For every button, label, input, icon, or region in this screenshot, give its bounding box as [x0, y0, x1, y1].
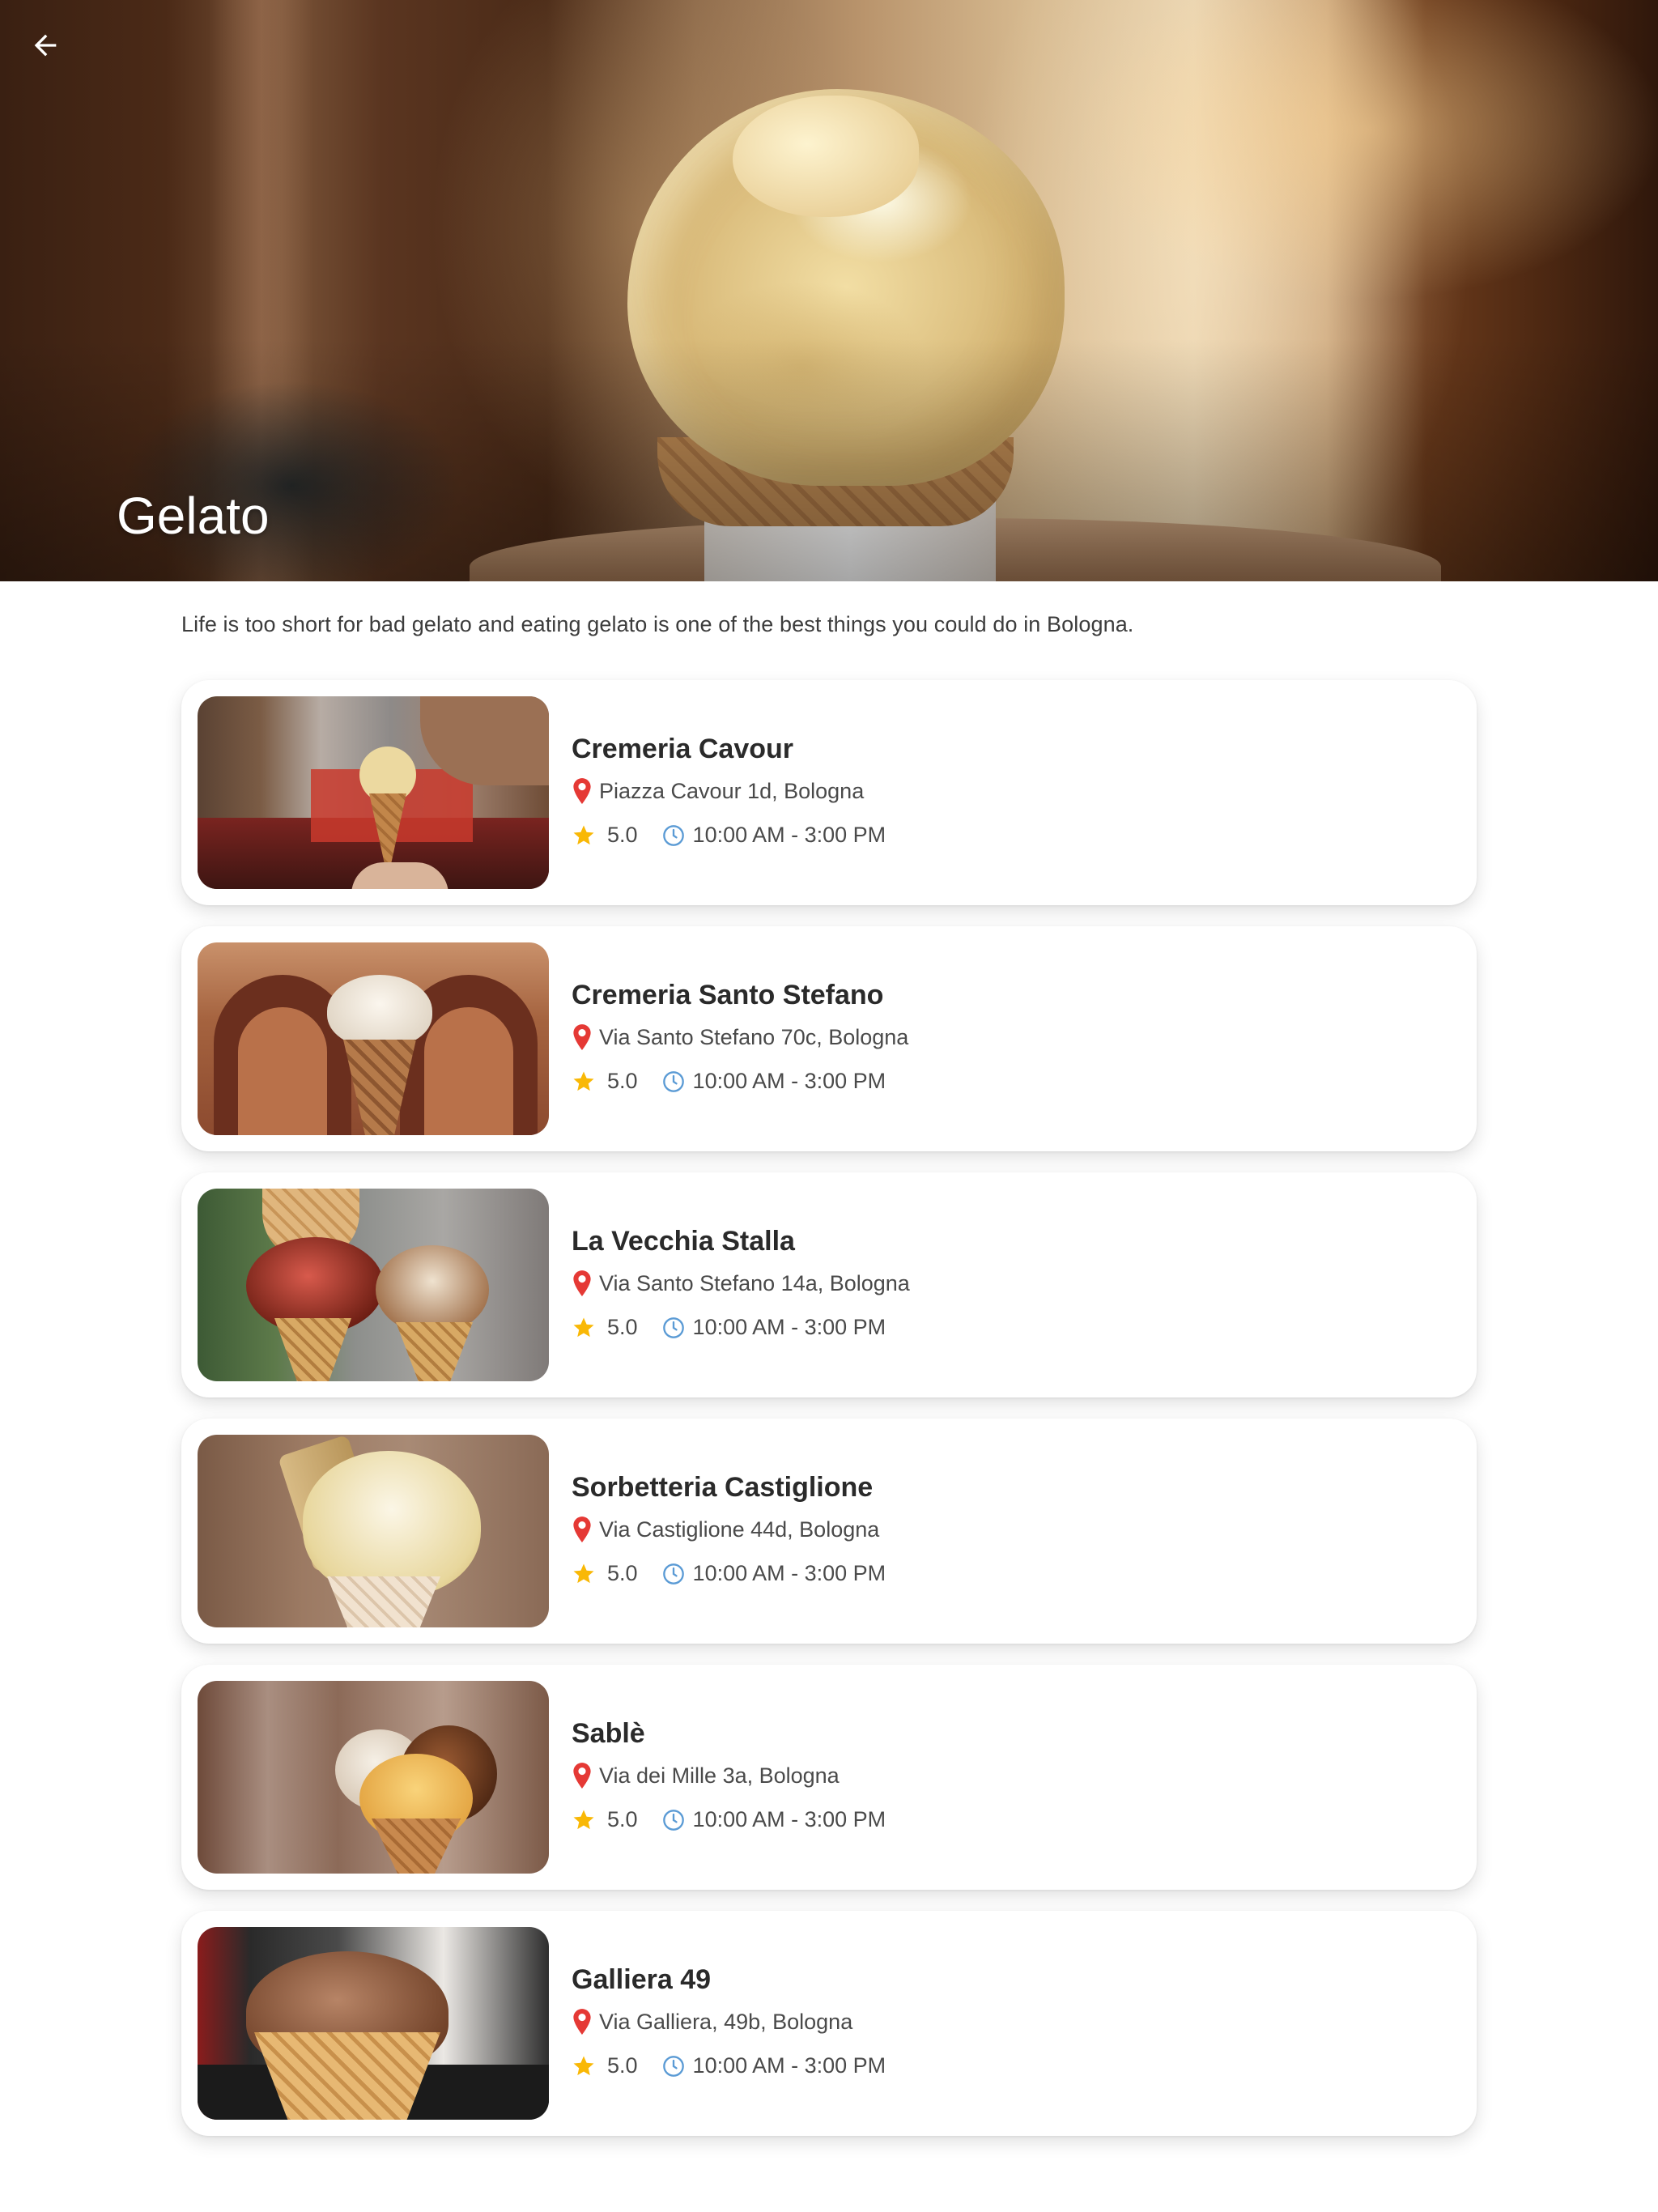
- clock-icon: [662, 1070, 684, 1092]
- shop-list: Cremeria Cavour Piazza Cavour 1d, Bologn…: [181, 680, 1477, 2157]
- map-pin-icon: [573, 2009, 591, 2035]
- shop-address: Via Galliera, 49b, Bologna: [599, 2009, 853, 2034]
- shop-meta-row: 5.0 10:00 AM - 3:00 PM: [572, 1315, 886, 1340]
- shop-address: Via Castiglione 44d, Bologna: [599, 1516, 880, 1542]
- shop-card[interactable]: La Vecchia Stalla Via Santo Stefano 14a,…: [181, 1172, 1477, 1397]
- shop-rating: 5.0: [607, 1807, 638, 1831]
- shop-name: La Vecchia Stalla: [572, 1226, 795, 1257]
- shop-info: Cremeria Cavour Piazza Cavour 1d, Bologn…: [572, 680, 1452, 905]
- shop-address-row: Piazza Cavour 1d, Bologna: [572, 777, 864, 805]
- shop-name: Galliera 49: [572, 1964, 712, 1995]
- clock-icon: [662, 824, 684, 846]
- shop-hours: 10:00 AM - 3:00 PM: [692, 1069, 886, 1093]
- shop-thumbnail: [198, 1681, 549, 1874]
- clock-icon: [662, 1809, 684, 1831]
- shop-address-row: Via Galliera, 49b, Bologna: [572, 2008, 852, 2035]
- shop-address: Via Santo Stefano 70c, Bologna: [599, 1024, 909, 1049]
- shop-info: Sorbetteria Castiglione Via Castiglione …: [572, 1419, 1452, 1644]
- shop-meta-row: 5.0 10:00 AM - 3:00 PM: [572, 1807, 886, 1832]
- shop-card[interactable]: Sorbetteria Castiglione Via Castiglione …: [181, 1419, 1477, 1644]
- shop-card[interactable]: Cremeria Santo Stefano Via Santo Stefano…: [181, 926, 1477, 1151]
- shop-rating: 5.0: [607, 1315, 638, 1339]
- shop-address: Via dei Mille 3a, Bologna: [599, 1763, 840, 1788]
- shop-rating: 5.0: [607, 823, 638, 847]
- shop-name: Sablè: [572, 1718, 645, 1749]
- shop-card[interactable]: Sablè Via dei Mille 3a, Bologna 5.0 10:0…: [181, 1665, 1477, 1890]
- shop-hours: 10:00 AM - 3:00 PM: [692, 823, 886, 847]
- star-icon: [573, 825, 594, 844]
- shop-meta-row: 5.0 10:00 AM - 3:00 PM: [572, 1561, 886, 1586]
- shop-hours: 10:00 AM - 3:00 PM: [692, 2053, 886, 2078]
- shop-info: Sablè Via dei Mille 3a, Bologna 5.0 10:0…: [572, 1665, 1452, 1890]
- shop-card[interactable]: Cremeria Cavour Piazza Cavour 1d, Bologn…: [181, 680, 1477, 905]
- clock-icon: [662, 1563, 684, 1585]
- map-pin-icon: [573, 1516, 591, 1542]
- shop-address: Via Santo Stefano 14a, Bologna: [599, 1270, 910, 1295]
- back-button[interactable]: [16, 16, 74, 74]
- page-title: Gelato: [117, 487, 270, 545]
- intro-text: Life is too short for bad gelato and eat…: [181, 612, 1134, 636]
- star-icon: [573, 2056, 594, 2075]
- shop-address-row: Via Santo Stefano 14a, Bologna: [572, 1270, 910, 1297]
- shop-thumbnail: [198, 696, 549, 889]
- shop-address-row: Via dei Mille 3a, Bologna: [572, 1762, 840, 1789]
- shop-name: Cremeria Santo Stefano: [572, 980, 884, 1010]
- arrow-left-icon: [34, 34, 57, 57]
- map-pin-icon: [573, 778, 591, 804]
- shop-info: Cremeria Santo Stefano Via Santo Stefano…: [572, 926, 1452, 1151]
- clock-icon: [662, 1317, 684, 1338]
- shop-rating: 5.0: [607, 2053, 638, 2078]
- shop-address-row: Via Castiglione 44d, Bologna: [572, 1516, 879, 1543]
- map-pin-icon: [573, 1270, 591, 1296]
- shop-thumbnail: [198, 1435, 549, 1627]
- shop-hours: 10:00 AM - 3:00 PM: [692, 1807, 886, 1831]
- shop-meta-row: 5.0 10:00 AM - 3:00 PM: [572, 823, 886, 848]
- shop-hours: 10:00 AM - 3:00 PM: [692, 1561, 886, 1585]
- shop-rating: 5.0: [607, 1561, 638, 1585]
- star-icon: [573, 1071, 594, 1091]
- shop-info: Galliera 49 Via Galliera, 49b, Bologna 5…: [572, 1911, 1452, 2136]
- shop-thumbnail: [198, 1927, 549, 2120]
- shop-info: La Vecchia Stalla Via Santo Stefano 14a,…: [572, 1172, 1452, 1397]
- map-pin-icon: [573, 1763, 591, 1789]
- shop-name: Cremeria Cavour: [572, 734, 794, 764]
- map-pin-icon: [573, 1024, 591, 1050]
- shop-meta-row: 5.0 10:00 AM - 3:00 PM: [572, 1069, 886, 1094]
- shop-rating: 5.0: [607, 1069, 638, 1093]
- star-icon: [573, 1317, 594, 1337]
- star-icon: [573, 1563, 594, 1583]
- star-icon: [573, 1810, 594, 1829]
- shop-thumbnail: [198, 942, 549, 1135]
- shop-address: Piazza Cavour 1d, Bologna: [599, 778, 865, 803]
- shop-address-row: Via Santo Stefano 70c, Bologna: [572, 1023, 908, 1051]
- shop-name: Sorbetteria Castiglione: [572, 1472, 874, 1503]
- hero-gelato-peak: [733, 96, 919, 217]
- shop-meta-row: 5.0 10:00 AM - 3:00 PM: [572, 2053, 886, 2078]
- shop-thumbnail: [198, 1189, 549, 1381]
- shop-card[interactable]: Galliera 49 Via Galliera, 49b, Bologna 5…: [181, 1911, 1477, 2136]
- clock-icon: [662, 2055, 684, 2077]
- shop-hours: 10:00 AM - 3:00 PM: [692, 1315, 886, 1339]
